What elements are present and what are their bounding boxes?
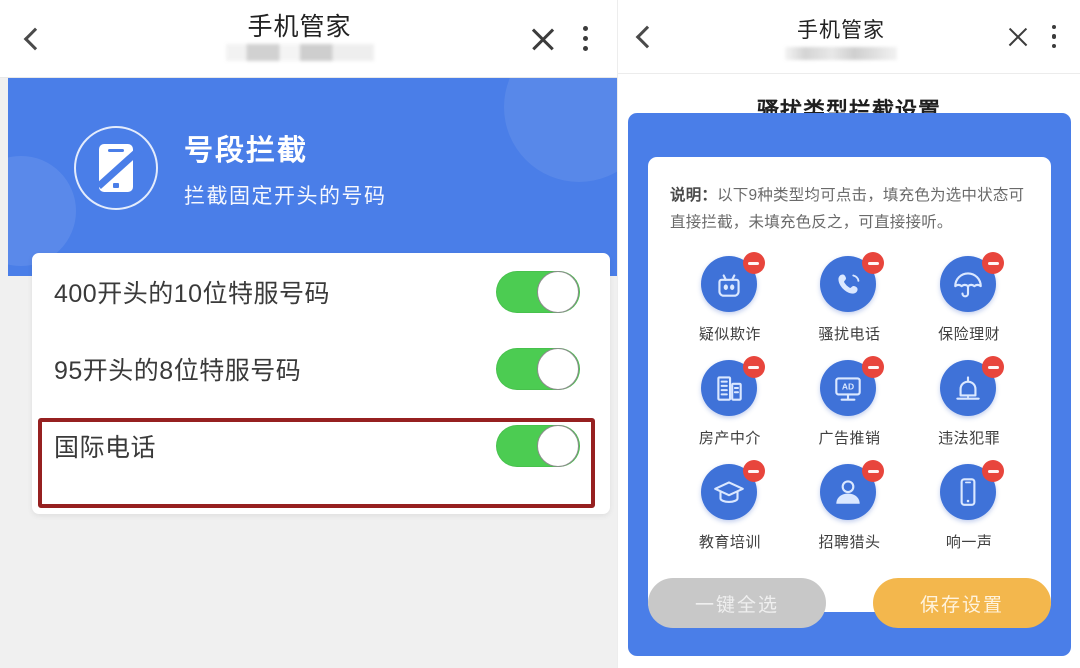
- category-item-fraud[interactable]: 疑似欺诈: [670, 252, 790, 344]
- left-panel: 手机管家 号段拦截 拦截固定开头的号码 400开头的10位特服号码 95开头的8…: [0, 0, 617, 668]
- banner-subtitle: 拦截固定开头的号码: [184, 184, 387, 208]
- action-buttons: 一键全选 保存设置: [648, 578, 1051, 628]
- category-label: 招聘猎头: [818, 534, 881, 552]
- back-button[interactable]: [618, 0, 676, 74]
- banner-decoration-left: [8, 156, 76, 266]
- right-title-area: 手机管家: [676, 14, 1006, 60]
- description-text: 说明：以下9种类型均可点击，填充色为选中状态可直接拦截，未填充色反之，可直接接听…: [670, 183, 1029, 236]
- left-topbar-actions: [529, 25, 617, 53]
- chevron-left-icon: [635, 25, 659, 48]
- left-title-area: 手机管家: [70, 12, 529, 64]
- category-item-one-ring[interactable]: 响一声: [909, 460, 1029, 552]
- category-label: 广告推销: [818, 430, 881, 448]
- minus-badge: [982, 252, 1005, 275]
- page-title: 手机管家: [247, 12, 352, 41]
- category-label: 响一声: [945, 534, 993, 552]
- settings-card: 400开头的10位特服号码 95开头的8位特服号码 国际电话: [32, 253, 610, 514]
- right-topbar-actions: [1006, 24, 1080, 49]
- category-grid: 疑似欺诈 骚扰电话 保险理财 房产中介 AD 广告推销 违法犯罪 教育培训 招聘…: [670, 252, 1029, 552]
- minus-badge: [742, 460, 765, 483]
- minus-badge: [742, 356, 765, 379]
- banner-decoration-right: [504, 78, 617, 182]
- categories-card: 说明：以下9种类型均可点击，填充色为选中状态可直接拦截，未填充色反之，可直接接听…: [648, 157, 1051, 612]
- close-icon[interactable]: [1006, 25, 1030, 49]
- select-all-button[interactable]: 一键全选: [648, 578, 826, 628]
- description-body: 以下9种类型均可点击，填充色为选中状态可直接拦截，未填充色反之，可直接接听。: [670, 187, 1025, 231]
- table-row[interactable]: 400开头的10位特服号码: [32, 253, 610, 330]
- category-item-harassment-call[interactable]: 骚扰电话: [790, 252, 910, 344]
- category-label: 保险理财: [938, 326, 1001, 344]
- category-item-recruitment[interactable]: 招聘猎头: [790, 460, 910, 552]
- banner-content: 号段拦截 拦截固定开头的号码: [74, 126, 387, 210]
- row-label: 400开头的10位特服号码: [54, 279, 331, 308]
- save-button[interactable]: 保存设置: [873, 578, 1051, 628]
- minus-badge: [862, 460, 885, 483]
- close-icon[interactable]: [529, 25, 557, 53]
- category-item-education[interactable]: 教育培训: [670, 460, 790, 552]
- minus-badge: [862, 252, 885, 275]
- blurred-subtitle: [225, 44, 374, 62]
- phone-blocked-icon: [74, 126, 158, 210]
- category-label: 疑似欺诈: [698, 326, 761, 344]
- page-title: 手机管家: [797, 18, 885, 42]
- category-item-insurance[interactable]: 保险理财: [909, 252, 1029, 344]
- toggle-switch[interactable]: [496, 347, 580, 390]
- left-topbar: 手机管家: [0, 0, 617, 78]
- category-item-real-estate[interactable]: 房产中介: [670, 356, 790, 448]
- right-topbar: 手机管家: [618, 0, 1080, 74]
- minus-badge: [982, 460, 1005, 483]
- description-label: 说明：: [670, 187, 718, 204]
- category-label: 骚扰电话: [818, 326, 881, 344]
- category-label: 违法犯罪: [938, 430, 1001, 448]
- right-panel: 手机管家 骚扰类型拦截设置 说明：以下9种类型均可点击，填充色为选中状态可直接拦…: [617, 0, 1080, 668]
- toggle-switch[interactable]: [496, 424, 580, 467]
- banner-title: 号段拦截: [184, 134, 309, 167]
- minus-badge: [862, 356, 885, 379]
- category-item-crime[interactable]: 违法犯罪: [909, 356, 1029, 448]
- minus-badge: [982, 356, 1005, 379]
- svg-text:AD: AD: [842, 382, 854, 392]
- back-button[interactable]: [0, 0, 70, 78]
- toggle-switch[interactable]: [496, 270, 580, 313]
- more-vertical-icon[interactable]: [1048, 24, 1060, 49]
- blurred-subtitle: [785, 46, 897, 60]
- row-label: 国际电话: [54, 433, 157, 462]
- table-row[interactable]: 95开头的8位特服号码: [32, 330, 610, 407]
- category-label: 教育培训: [698, 534, 761, 552]
- more-vertical-icon[interactable]: [579, 26, 591, 51]
- category-label: 房产中介: [698, 430, 761, 448]
- screenshot-root: 手机管家 号段拦截 拦截固定开头的号码 400开头的10位特服号码 95开头的8…: [0, 0, 1080, 668]
- minus-badge: [742, 252, 765, 275]
- row-label: 95开头的8位特服号码: [54, 356, 302, 385]
- feature-banner: 号段拦截 拦截固定开头的号码: [8, 78, 617, 276]
- category-item-advertising[interactable]: AD 广告推销: [790, 356, 910, 448]
- banner-text: 号段拦截 拦截固定开头的号码: [184, 127, 387, 210]
- chevron-left-icon: [23, 27, 47, 50]
- table-row[interactable]: 国际电话: [32, 407, 610, 484]
